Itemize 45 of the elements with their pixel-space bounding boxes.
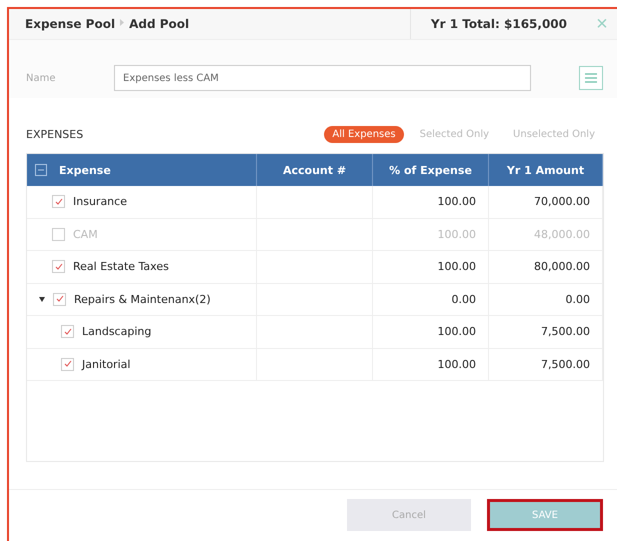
menu-button[interactable] [579, 66, 603, 90]
breadcrumb-item[interactable]: Expense Pool [25, 17, 116, 31]
amount-value: 7,500.00 [541, 358, 590, 371]
amount-value: 80,000.00 [534, 260, 590, 274]
filter-tab[interactable]: All Expenses [324, 126, 404, 143]
percent-value: 100.00 [438, 325, 476, 338]
expense-name: Janitorial [82, 358, 130, 371]
checkbox[interactable] [52, 195, 65, 208]
menu-icon [584, 72, 598, 84]
checkbox[interactable] [52, 260, 65, 274]
amount-value: 0.00 [566, 292, 590, 306]
column-header[interactable]: Yr 1 Amount [506, 164, 584, 176]
check-icon [64, 360, 72, 368]
section-title: EXPENSES [26, 128, 84, 141]
percent-value: 100.00 [438, 260, 476, 274]
percent-value: 0.00 [452, 292, 476, 306]
percent-value: 100.00 [438, 358, 476, 371]
column-header[interactable]: Expense [59, 164, 111, 176]
collapse-icon[interactable] [35, 164, 47, 176]
chevron-icon [120, 19, 124, 26]
amount-value: 7,500.00 [541, 325, 590, 338]
percent-value: 100.00 [438, 195, 476, 208]
check-icon [54, 198, 62, 206]
expense-name: Real Estate Taxes [73, 260, 169, 274]
name-label: Name [26, 72, 57, 84]
checkbox[interactable] [52, 228, 65, 241]
amount-value: 48,000.00 [534, 228, 590, 241]
amount-value: 70,000.00 [534, 195, 590, 208]
check-icon [56, 295, 64, 304]
expense-name: CAM [73, 228, 98, 241]
checkbox[interactable] [61, 325, 74, 338]
checkbox[interactable] [61, 358, 74, 371]
expense-name: Landscaping [82, 325, 152, 338]
total-label: Yr 1 Total: $165,000 [410, 9, 587, 39]
column-header[interactable]: Account # [282, 164, 346, 176]
check-icon [64, 328, 72, 336]
column-header[interactable]: % of Expense [389, 164, 472, 176]
check-icon [54, 262, 62, 271]
breadcrumb-item: Add Pool [129, 17, 190, 31]
expense-name: Insurance [73, 195, 127, 208]
name-field[interactable]: Expenses less CAM [114, 65, 531, 91]
caret-icon[interactable] [39, 296, 45, 302]
percent-value: 100.00 [438, 228, 476, 241]
checkbox[interactable] [53, 292, 66, 306]
expense-name: Repairs & Maintenanx(2) [74, 292, 211, 306]
